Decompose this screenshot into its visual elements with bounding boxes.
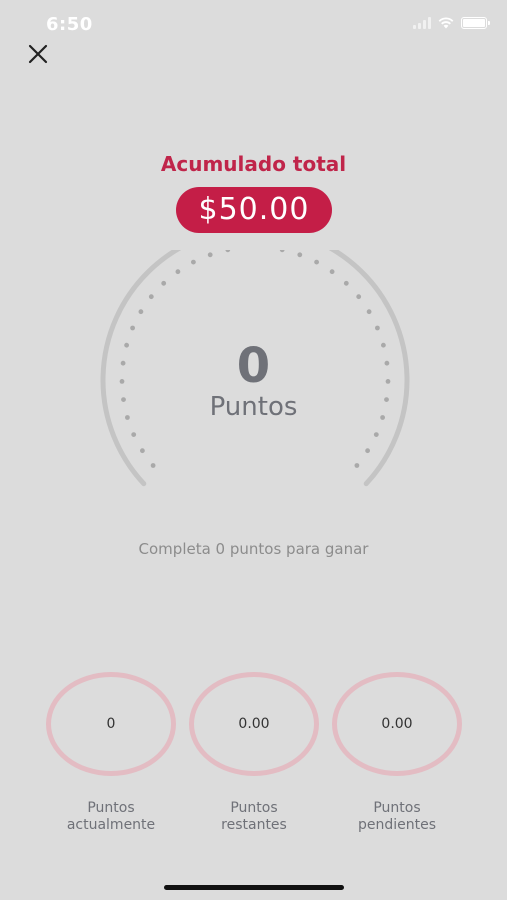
gauge-dot [356, 294, 362, 300]
pending-points-label-line1: Puntos [373, 800, 421, 816]
total-label: Acumulado total [160, 152, 347, 176]
remaining-points-label-line2: restantes [221, 817, 287, 833]
gauge-dot [373, 432, 379, 437]
pending-points-label: Puntos pendientes [327, 800, 467, 834]
gauge-dot [329, 269, 335, 275]
wifi-icon [438, 17, 454, 29]
status-icons [413, 16, 490, 29]
points-value: 0 [236, 338, 271, 394]
gauge-dot [279, 250, 285, 253]
status-bar: 6:50 [0, 0, 507, 50]
gauge-dot [366, 309, 372, 315]
gauge-dot [297, 252, 303, 258]
gauge-dot [191, 259, 196, 265]
gauge-dot [148, 294, 154, 300]
cellular-signal-icon [413, 16, 431, 29]
gauge-dot [140, 448, 145, 454]
gauge-dot [130, 325, 135, 331]
close-icon[interactable] [24, 40, 52, 68]
current-points-label-line2: actualmente [66, 817, 156, 833]
battery-icon [461, 16, 490, 29]
remaining-points-value: 0.00 [238, 716, 270, 732]
gauge-dot [175, 269, 181, 275]
status-time: 6:50 [46, 14, 93, 35]
current-points-value: 0 [106, 716, 116, 732]
current-points-label-line1: Puntos [87, 800, 135, 816]
remaining-points-label-line1: Puntos [230, 800, 278, 816]
gauge-dot [150, 463, 156, 468]
current-points-circle: 0 [46, 672, 176, 776]
gauge-dot [161, 280, 167, 286]
gauge-dot [138, 309, 144, 315]
pending-points-label-line2: pendientes [357, 817, 437, 833]
remaining-points-circle: 0.00 [189, 672, 319, 776]
pending-points-value: 0.00 [381, 716, 413, 732]
pending-points-circle: 0.00 [332, 672, 462, 776]
gauge-dot [314, 259, 319, 265]
gauge-dot [225, 250, 231, 253]
gauge-dot [375, 325, 380, 331]
gauge-dot [207, 252, 213, 258]
current-points-label: Puntos actualmente [41, 800, 181, 834]
gauge-dot [343, 280, 349, 286]
points-unit-label: Puntos [209, 392, 298, 422]
points-hint-text: Completa 0 puntos para ganar [138, 540, 369, 558]
home-indicator [164, 885, 344, 890]
gauge-dot [365, 448, 370, 454]
gauge-dot [131, 432, 137, 437]
total-amount-badge: $50.00 [176, 187, 332, 233]
gauge-dot [354, 463, 360, 468]
remaining-points-label: Puntos restantes [184, 800, 324, 834]
